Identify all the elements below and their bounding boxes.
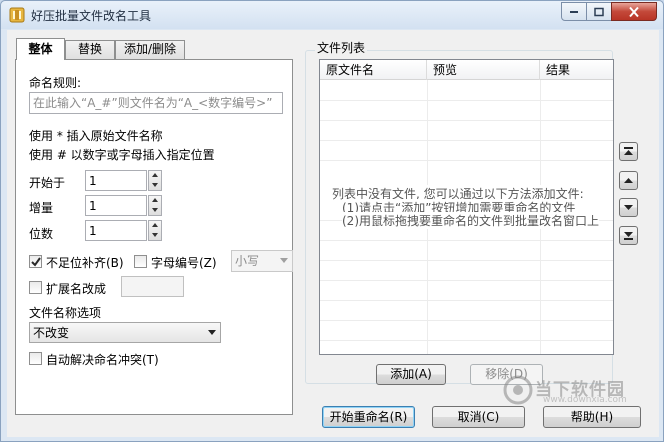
start-input[interactable]: 1 xyxy=(85,170,147,191)
move-top-button[interactable] xyxy=(619,142,638,161)
row-gridline xyxy=(320,240,613,241)
add-button[interactable]: 添加(A) xyxy=(376,364,446,385)
column-original-name[interactable]: 原文件名 xyxy=(320,60,427,80)
spin-down-icon[interactable] xyxy=(149,206,161,215)
filename-option-label: 文件名称选项 xyxy=(29,306,102,320)
help-button[interactable]: 帮助(H) xyxy=(543,406,641,428)
row-gridline xyxy=(320,120,613,121)
filename-option-select[interactable]: 不改变 xyxy=(29,322,221,343)
auto-resolve-label[interactable]: 自动解决命名冲突(T) xyxy=(46,351,159,368)
naming-rule-label: 命名规则: xyxy=(29,76,82,90)
letter-numbering-checkbox[interactable] xyxy=(134,255,147,268)
minimize-icon xyxy=(570,10,578,13)
spin-up-icon[interactable] xyxy=(149,196,161,205)
extension-checkbox[interactable] xyxy=(29,281,42,294)
auto-resolve-checkbox[interactable] xyxy=(29,352,42,365)
chevron-down-icon xyxy=(208,330,216,335)
letter-numbering-label[interactable]: 字母编号(Z) xyxy=(151,254,217,271)
filename-option-value: 不改变 xyxy=(33,326,70,340)
checkmark-icon xyxy=(31,257,41,267)
spin-up-icon[interactable] xyxy=(149,221,161,230)
move-to-bottom-icon xyxy=(624,232,633,240)
watermark: 当下软件园 www.downxia.com xyxy=(501,373,651,407)
column-preview[interactable]: 预览 xyxy=(427,60,540,80)
file-list-title: 文件列表 xyxy=(315,39,368,56)
move-to-top-icon xyxy=(624,147,633,155)
row-gridline xyxy=(320,260,613,261)
maximize-button[interactable] xyxy=(586,2,612,21)
step-spinner[interactable] xyxy=(148,195,162,216)
case-select-value: 小写 xyxy=(235,254,260,268)
extension-label[interactable]: 扩展名改成 xyxy=(46,280,106,297)
cancel-button[interactable]: 取消(C) xyxy=(432,406,525,428)
pad-digits-checkbox[interactable] xyxy=(29,255,42,268)
watermark-url: www.downxia.com xyxy=(543,395,627,405)
row-gridline xyxy=(320,340,613,341)
empty-message-line-3: (2)用鼠标拖拽要重命名的文件到批量改名窗口上 xyxy=(342,212,599,229)
window-title: 好压批量文件改名工具 xyxy=(31,9,152,23)
row-gridline xyxy=(320,280,613,281)
row-gridline xyxy=(320,320,613,321)
tab-whole[interactable]: 整体 xyxy=(16,38,65,60)
move-bottom-button[interactable] xyxy=(619,226,638,245)
row-gridline xyxy=(320,140,613,141)
chevron-down-icon xyxy=(280,258,288,263)
pad-digits-label[interactable]: 不足位补齐(B) xyxy=(46,254,124,271)
minimize-button[interactable] xyxy=(561,2,587,21)
start-spinner[interactable] xyxy=(148,170,162,191)
app-icon xyxy=(9,7,25,23)
move-up-button[interactable] xyxy=(619,171,638,190)
move-down-icon xyxy=(624,205,633,210)
spin-down-icon[interactable] xyxy=(149,181,161,190)
title-bar[interactable]: 好压批量文件改名工具 xyxy=(1,1,663,29)
step-input[interactable]: 1 xyxy=(85,195,147,216)
column-result[interactable]: 结果 xyxy=(540,60,613,80)
file-list[interactable]: 原文件名 预览 结果 列表中没有文件, 您可以通过以下方法添加文件: (1)请点… xyxy=(319,59,614,355)
move-down-button[interactable] xyxy=(619,198,638,217)
hint-hash: 使用 # 以数字或字母插入指定位置 xyxy=(29,148,215,162)
maximize-icon xyxy=(594,7,604,16)
tab-replace[interactable]: 替换 xyxy=(65,40,115,59)
main-window: 好压批量文件改名工具 整体 替换 添加/删除 命名规则: 在此输入“A_#”则文… xyxy=(0,0,664,442)
close-button[interactable] xyxy=(611,2,657,21)
spin-up-icon[interactable] xyxy=(149,171,161,180)
naming-rule-input[interactable]: 在此输入“A_#”则文件名为“A_<数字编号>” xyxy=(29,92,283,114)
close-icon xyxy=(629,6,639,17)
row-gridline xyxy=(320,100,613,101)
spin-down-icon[interactable] xyxy=(149,231,161,240)
step-label: 增量 xyxy=(29,201,54,215)
digits-label: 位数 xyxy=(29,227,54,241)
digits-spinner[interactable] xyxy=(148,220,162,241)
hint-star: 使用 * 插入原始文件名称 xyxy=(29,129,163,143)
move-up-icon xyxy=(624,178,633,183)
row-gridline xyxy=(320,300,613,301)
start-rename-button[interactable]: 开始重命名(R) xyxy=(322,406,415,428)
start-label: 开始于 xyxy=(29,176,66,190)
file-list-header: 原文件名 预览 结果 xyxy=(320,60,613,80)
extension-input[interactable] xyxy=(121,276,184,297)
case-select[interactable]: 小写 xyxy=(231,250,293,272)
digits-input[interactable]: 1 xyxy=(85,220,147,241)
tab-add-delete[interactable]: 添加/删除 xyxy=(115,40,185,59)
row-gridline xyxy=(320,160,613,161)
watermark-logo-icon xyxy=(503,375,533,405)
